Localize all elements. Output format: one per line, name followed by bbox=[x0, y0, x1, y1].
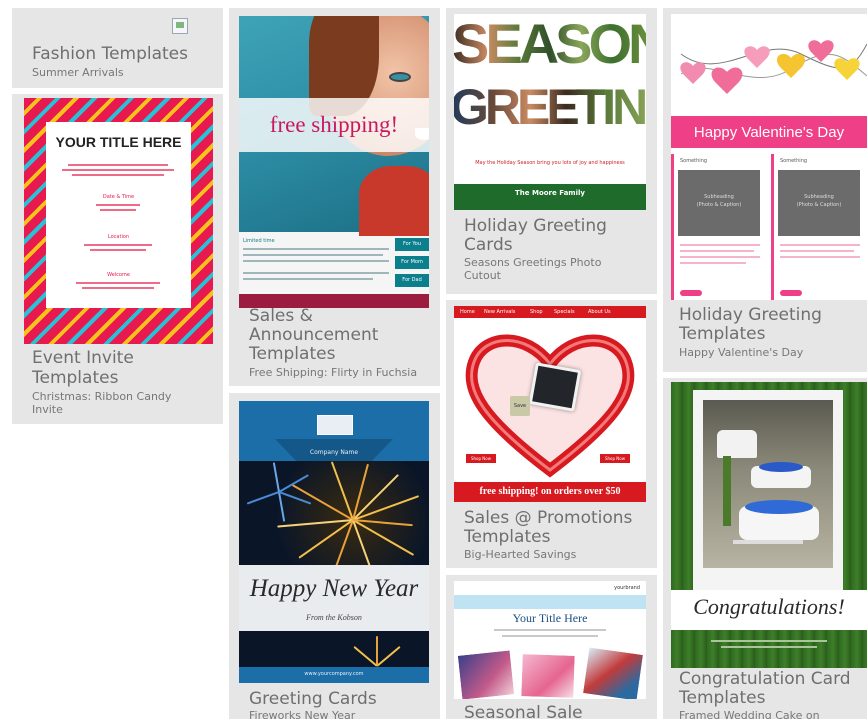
card-event-invite[interactable]: YOUR TITLE HERE Date & Time Location Wel… bbox=[12, 94, 223, 424]
valentine-banner-text: Happy Valentine's Day bbox=[693, 124, 845, 141]
season-line-1: SEASON bbox=[454, 14, 646, 75]
free-shipping-thumbnail: free shipping! Limited time For You For … bbox=[239, 16, 429, 308]
fireworks bbox=[239, 461, 429, 579]
card-subtitle-line-1: Christmas: Ribbon Candy bbox=[32, 390, 172, 403]
invite-section-welcome: Welcome bbox=[107, 272, 130, 278]
invite-panel: YOUR TITLE HERE Date & Time Location Wel… bbox=[46, 122, 191, 308]
shipping-button-3: For Dad bbox=[395, 274, 429, 287]
seasonal-header-bar bbox=[454, 595, 646, 609]
card-title: Greeting Cards bbox=[249, 689, 377, 709]
seasonal-sale-thumbnail: yourbrand Your Title Here bbox=[454, 581, 646, 699]
photo-caption-left: Subheading bbox=[704, 194, 734, 200]
promo-nav-5: About Us bbox=[588, 309, 611, 315]
card-title-line-1: Sales @ Promotions bbox=[464, 508, 633, 528]
photo-caption-right: Subheading bbox=[804, 194, 834, 200]
photo-placeholder-right: Subheading (Photo & Caption) bbox=[778, 170, 860, 236]
promo-nav-4: Specials bbox=[554, 309, 575, 315]
column-heading: Something bbox=[680, 158, 708, 164]
card-subtitle-line-2: Invite bbox=[32, 403, 63, 416]
invite-section-date: Date & Time bbox=[102, 194, 135, 200]
column-heading: Something bbox=[780, 158, 808, 164]
greeting-from: From the Kobson bbox=[306, 613, 362, 622]
card-subtitle: Framed Wedding Cake on bbox=[679, 709, 820, 719]
card-title-line-2: Announcement bbox=[249, 325, 379, 345]
card-subtitle-line-1: Seasons Greetings Photo bbox=[464, 256, 602, 269]
shipping-banner-text: free shipping! bbox=[269, 112, 399, 137]
company-name: Company Name bbox=[309, 449, 359, 456]
company-logo bbox=[317, 415, 353, 435]
photo-placeholder-left: Subheading (Photo & Caption) bbox=[678, 170, 760, 236]
shipping-button-1: For You bbox=[395, 238, 429, 251]
season-greetings-thumbnail: SEASON GREETING May the Holiday Season b… bbox=[454, 14, 646, 210]
wedding-cake-thumbnail: Congratulations! bbox=[671, 382, 867, 668]
new-year-thumbnail: Company Name Happy New Year From the Kob… bbox=[239, 401, 429, 683]
seasonal-title: Your Title Here bbox=[512, 611, 588, 625]
season-tagline: May the Holiday Season bring you lots of… bbox=[475, 160, 625, 166]
card-holiday-greeting-cards[interactable]: SEASON GREETING May the Holiday Season b… bbox=[446, 8, 657, 294]
cake-photo bbox=[703, 400, 833, 568]
card-title-line-1: Event Invite bbox=[32, 348, 134, 368]
shipping-button-2: For Mom bbox=[395, 256, 429, 269]
promo-footer-text: free shipping! on orders over $50 bbox=[479, 486, 621, 497]
url-text: www.yourcompany.com bbox=[304, 671, 364, 677]
valentine-column-right: Something Subheading (Photo & Caption) bbox=[771, 154, 867, 300]
card-congratulation[interactable]: Congratulations! Congratulation Card Tem… bbox=[663, 378, 867, 719]
photo-sub-left: (Photo & Caption) bbox=[696, 202, 742, 208]
card-title-line-1: Congratulation Card bbox=[679, 669, 851, 689]
family-name: The Moore Family bbox=[515, 189, 585, 197]
card-title-line-1: Holiday Greeting bbox=[679, 305, 822, 325]
promo-button-left: Shop Now bbox=[466, 454, 496, 463]
broken-image-icon bbox=[172, 18, 188, 34]
brand-name: yourbrand bbox=[614, 585, 640, 591]
season-line-2: GREETING bbox=[454, 76, 646, 138]
event-invite-thumbnail: YOUR TITLE HERE Date & Time Location Wel… bbox=[24, 98, 213, 344]
shipping-section-label: Limited time bbox=[243, 238, 275, 244]
promo-nav-2: New Arrivals bbox=[484, 309, 516, 315]
card-fashion-templates[interactable]: Fashion Templates Summer Arrivals bbox=[12, 8, 223, 88]
invite-section-location: Location bbox=[107, 234, 130, 240]
promo-nav-1: Home bbox=[460, 309, 475, 315]
photo-2 bbox=[519, 652, 577, 699]
card-sales-announcement[interactable]: free shipping! Limited time For You For … bbox=[229, 8, 440, 386]
card-holiday-greeting-templates[interactable]: Happy Valentine's Day Something Subheadi… bbox=[663, 8, 867, 372]
card-title-line-2: Templates bbox=[32, 368, 119, 388]
card-subtitle-line-2: Cutout bbox=[464, 269, 501, 282]
card-subtitle: Summer Arrivals bbox=[32, 66, 124, 79]
bottom-fireworks bbox=[239, 631, 429, 667]
big-hearted-savings-thumbnail: Home New Arrivals Shop Specials About Us… bbox=[454, 306, 646, 502]
card-seasonal-sale[interactable]: yourbrand Your Title Here Seasonal Sale bbox=[446, 575, 657, 719]
promo-nav-3: Shop bbox=[530, 309, 543, 315]
card-greeting-cards[interactable]: Company Name Happy New Year From the Kob… bbox=[229, 393, 440, 719]
card-title-line-2: Templates bbox=[679, 324, 766, 344]
card-subtitle: Free Shipping: Flirty in Fuchsia bbox=[249, 366, 418, 379]
promo-nav bbox=[454, 306, 646, 318]
valentine-thumbnail: Happy Valentine's Day Something Subheadi… bbox=[671, 14, 867, 300]
card-title-line-3: Templates bbox=[249, 344, 336, 364]
family-bar bbox=[454, 184, 646, 210]
card-title-line-2: Cards bbox=[464, 235, 513, 255]
card-title-line-1: Holiday Greeting bbox=[464, 216, 607, 236]
card-title-line-1: Sales & bbox=[249, 306, 313, 326]
photo-sub-right: (Photo & Caption) bbox=[796, 202, 842, 208]
congrats-text: Congratulations! bbox=[693, 594, 845, 619]
promo-button-right: Shop Now bbox=[600, 454, 630, 463]
card-title-line-2: Templates bbox=[464, 527, 551, 547]
greeting-text: Happy New Year bbox=[249, 575, 419, 602]
card-title: Seasonal Sale bbox=[464, 703, 583, 719]
card-sales-promotions[interactable]: Home New Arrivals Shop Specials About Us… bbox=[446, 300, 657, 568]
save-badge: Save bbox=[510, 396, 530, 416]
product-image bbox=[528, 362, 582, 412]
card-subtitle: Happy Valentine's Day bbox=[679, 346, 804, 359]
photo-3 bbox=[580, 645, 646, 699]
card-title-line-2: Templates bbox=[679, 688, 766, 708]
card-subtitle: Fireworks New Year bbox=[249, 709, 356, 719]
card-title: Fashion Templates bbox=[32, 44, 188, 64]
valentine-column-left: Something Subheading (Photo & Caption) bbox=[671, 154, 765, 300]
card-subtitle: Big-Hearted Savings bbox=[464, 548, 577, 561]
invite-heading: YOUR TITLE HERE bbox=[55, 134, 182, 150]
photo-1 bbox=[455, 648, 517, 699]
hearts-garland bbox=[680, 40, 867, 94]
